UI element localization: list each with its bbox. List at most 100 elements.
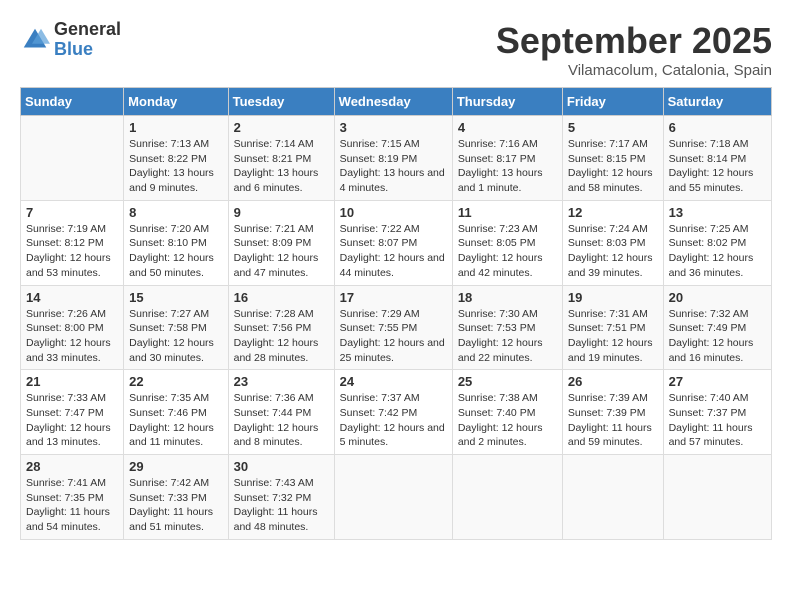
sunrise-text: Sunrise: 7:14 AM bbox=[234, 138, 314, 150]
logo-icon bbox=[20, 25, 50, 55]
day-info: Sunrise: 7:17 AM Sunset: 8:15 PM Dayligh… bbox=[568, 137, 658, 196]
logo: General Blue bbox=[20, 20, 121, 60]
day-info: Sunrise: 7:16 AM Sunset: 8:17 PM Dayligh… bbox=[458, 137, 557, 196]
sunrise-text: Sunrise: 7:21 AM bbox=[234, 223, 314, 235]
day-info: Sunrise: 7:31 AM Sunset: 7:51 PM Dayligh… bbox=[568, 307, 658, 366]
day-number: 9 bbox=[234, 205, 329, 220]
daylight-text: Daylight: 12 hours and 44 minutes. bbox=[340, 252, 445, 279]
header-wednesday: Wednesday bbox=[334, 88, 452, 116]
sunset-text: Sunset: 8:21 PM bbox=[234, 153, 312, 165]
daylight-text: Daylight: 13 hours and 6 minutes. bbox=[234, 167, 319, 194]
sunset-text: Sunset: 7:35 PM bbox=[26, 492, 104, 504]
sunrise-text: Sunrise: 7:37 AM bbox=[340, 392, 420, 404]
sunrise-text: Sunrise: 7:30 AM bbox=[458, 308, 538, 320]
daylight-text: Daylight: 12 hours and 8 minutes. bbox=[234, 422, 319, 449]
day-cell: 14 Sunrise: 7:26 AM Sunset: 8:00 PM Dayl… bbox=[21, 285, 124, 370]
day-info: Sunrise: 7:22 AM Sunset: 8:07 PM Dayligh… bbox=[340, 222, 447, 281]
sunset-text: Sunset: 8:15 PM bbox=[568, 153, 646, 165]
daylight-text: Daylight: 11 hours and 51 minutes. bbox=[129, 506, 213, 533]
day-cell: 13 Sunrise: 7:25 AM Sunset: 8:02 PM Dayl… bbox=[663, 200, 771, 285]
sunrise-text: Sunrise: 7:41 AM bbox=[26, 477, 106, 489]
sunset-text: Sunset: 8:03 PM bbox=[568, 237, 646, 249]
day-number: 16 bbox=[234, 290, 329, 305]
sunrise-text: Sunrise: 7:27 AM bbox=[129, 308, 209, 320]
day-cell: 1 Sunrise: 7:13 AM Sunset: 8:22 PM Dayli… bbox=[124, 116, 228, 201]
sunrise-text: Sunrise: 7:39 AM bbox=[568, 392, 648, 404]
calendar-table: Sunday Monday Tuesday Wednesday Thursday… bbox=[20, 87, 772, 540]
sunrise-text: Sunrise: 7:19 AM bbox=[26, 223, 106, 235]
daylight-text: Daylight: 12 hours and 33 minutes. bbox=[26, 337, 111, 364]
daylight-text: Daylight: 12 hours and 53 minutes. bbox=[26, 252, 111, 279]
daylight-text: Daylight: 12 hours and 11 minutes. bbox=[129, 422, 214, 449]
day-number: 20 bbox=[669, 290, 766, 305]
day-number: 30 bbox=[234, 459, 329, 474]
day-number: 4 bbox=[458, 120, 557, 135]
sunset-text: Sunset: 8:14 PM bbox=[669, 153, 747, 165]
sunrise-text: Sunrise: 7:13 AM bbox=[129, 138, 209, 150]
sunrise-text: Sunrise: 7:32 AM bbox=[669, 308, 749, 320]
main-title: September 2025 bbox=[496, 20, 772, 62]
day-info: Sunrise: 7:28 AM Sunset: 7:56 PM Dayligh… bbox=[234, 307, 329, 366]
daylight-text: Daylight: 11 hours and 48 minutes. bbox=[234, 506, 318, 533]
daylight-text: Daylight: 12 hours and 47 minutes. bbox=[234, 252, 319, 279]
day-number: 15 bbox=[129, 290, 222, 305]
day-info: Sunrise: 7:32 AM Sunset: 7:49 PM Dayligh… bbox=[669, 307, 766, 366]
day-cell: 5 Sunrise: 7:17 AM Sunset: 8:15 PM Dayli… bbox=[562, 116, 663, 201]
day-cell: 15 Sunrise: 7:27 AM Sunset: 7:58 PM Dayl… bbox=[124, 285, 228, 370]
day-cell: 7 Sunrise: 7:19 AM Sunset: 8:12 PM Dayli… bbox=[21, 200, 124, 285]
sunrise-text: Sunrise: 7:42 AM bbox=[129, 477, 209, 489]
sunrise-text: Sunrise: 7:22 AM bbox=[340, 223, 420, 235]
day-number: 22 bbox=[129, 374, 222, 389]
daylight-text: Daylight: 12 hours and 36 minutes. bbox=[669, 252, 754, 279]
header-monday: Monday bbox=[124, 88, 228, 116]
sunset-text: Sunset: 7:56 PM bbox=[234, 322, 312, 334]
day-info: Sunrise: 7:20 AM Sunset: 8:10 PM Dayligh… bbox=[129, 222, 222, 281]
day-number: 28 bbox=[26, 459, 118, 474]
sunset-text: Sunset: 7:39 PM bbox=[568, 407, 646, 419]
sunrise-text: Sunrise: 7:15 AM bbox=[340, 138, 420, 150]
header-row: Sunday Monday Tuesday Wednesday Thursday… bbox=[21, 88, 772, 116]
day-info: Sunrise: 7:29 AM Sunset: 7:55 PM Dayligh… bbox=[340, 307, 447, 366]
day-info: Sunrise: 7:26 AM Sunset: 8:00 PM Dayligh… bbox=[26, 307, 118, 366]
day-info: Sunrise: 7:36 AM Sunset: 7:44 PM Dayligh… bbox=[234, 391, 329, 450]
day-number: 17 bbox=[340, 290, 447, 305]
day-cell: 11 Sunrise: 7:23 AM Sunset: 8:05 PM Dayl… bbox=[452, 200, 562, 285]
sunset-text: Sunset: 8:12 PM bbox=[26, 237, 104, 249]
sunset-text: Sunset: 7:32 PM bbox=[234, 492, 312, 504]
day-cell: 16 Sunrise: 7:28 AM Sunset: 7:56 PM Dayl… bbox=[228, 285, 334, 370]
sunrise-text: Sunrise: 7:28 AM bbox=[234, 308, 314, 320]
day-cell: 23 Sunrise: 7:36 AM Sunset: 7:44 PM Dayl… bbox=[228, 370, 334, 455]
day-number: 11 bbox=[458, 205, 557, 220]
daylight-text: Daylight: 11 hours and 54 minutes. bbox=[26, 506, 110, 533]
day-info: Sunrise: 7:37 AM Sunset: 7:42 PM Dayligh… bbox=[340, 391, 447, 450]
day-number: 1 bbox=[129, 120, 222, 135]
sunrise-text: Sunrise: 7:40 AM bbox=[669, 392, 749, 404]
sunset-text: Sunset: 7:46 PM bbox=[129, 407, 207, 419]
sunrise-text: Sunrise: 7:33 AM bbox=[26, 392, 106, 404]
daylight-text: Daylight: 12 hours and 28 minutes. bbox=[234, 337, 319, 364]
day-info: Sunrise: 7:40 AM Sunset: 7:37 PM Dayligh… bbox=[669, 391, 766, 450]
day-number: 5 bbox=[568, 120, 658, 135]
day-cell: 21 Sunrise: 7:33 AM Sunset: 7:47 PM Dayl… bbox=[21, 370, 124, 455]
day-cell: 26 Sunrise: 7:39 AM Sunset: 7:39 PM Dayl… bbox=[562, 370, 663, 455]
day-cell: 6 Sunrise: 7:18 AM Sunset: 8:14 PM Dayli… bbox=[663, 116, 771, 201]
logo-text: General Blue bbox=[54, 20, 121, 60]
day-number: 6 bbox=[669, 120, 766, 135]
day-number: 3 bbox=[340, 120, 447, 135]
sunset-text: Sunset: 8:05 PM bbox=[458, 237, 536, 249]
day-info: Sunrise: 7:15 AM Sunset: 8:19 PM Dayligh… bbox=[340, 137, 447, 196]
subtitle: Vilamacolum, Catalonia, Spain bbox=[496, 62, 772, 79]
day-cell: 24 Sunrise: 7:37 AM Sunset: 7:42 PM Dayl… bbox=[334, 370, 452, 455]
day-number: 27 bbox=[669, 374, 766, 389]
daylight-text: Daylight: 12 hours and 5 minutes. bbox=[340, 422, 445, 449]
day-cell: 28 Sunrise: 7:41 AM Sunset: 7:35 PM Dayl… bbox=[21, 455, 124, 540]
sunrise-text: Sunrise: 7:24 AM bbox=[568, 223, 648, 235]
sunrise-text: Sunrise: 7:18 AM bbox=[669, 138, 749, 150]
day-number: 29 bbox=[129, 459, 222, 474]
day-info: Sunrise: 7:21 AM Sunset: 8:09 PM Dayligh… bbox=[234, 222, 329, 281]
day-cell bbox=[663, 455, 771, 540]
sunrise-text: Sunrise: 7:25 AM bbox=[669, 223, 749, 235]
day-info: Sunrise: 7:42 AM Sunset: 7:33 PM Dayligh… bbox=[129, 476, 222, 535]
day-info: Sunrise: 7:13 AM Sunset: 8:22 PM Dayligh… bbox=[129, 137, 222, 196]
sunset-text: Sunset: 7:47 PM bbox=[26, 407, 104, 419]
